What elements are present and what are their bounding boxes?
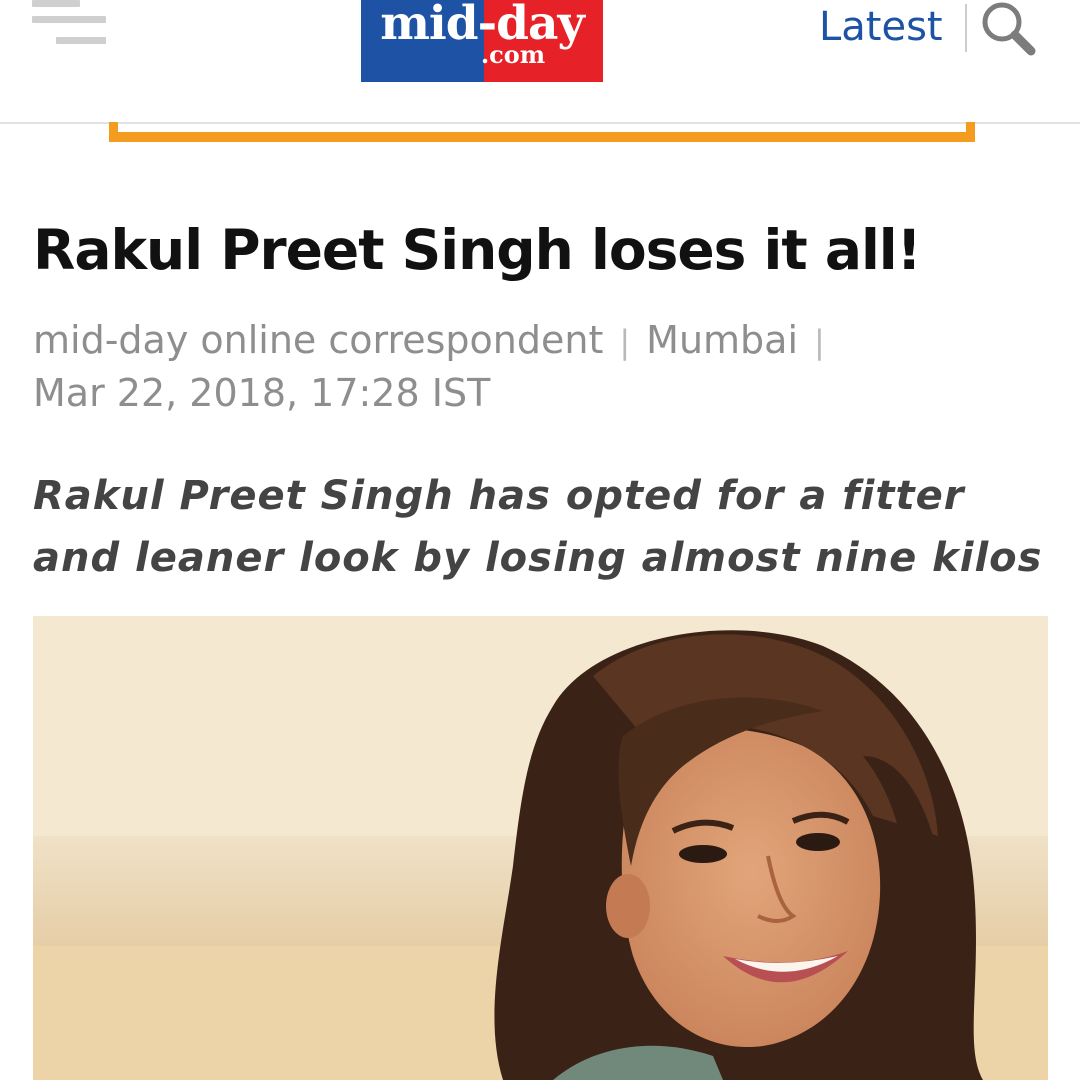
byline-author[interactable]: mid-day online correspondent <box>33 318 603 362</box>
header-divider <box>965 4 967 52</box>
byline-separator: | <box>814 323 825 361</box>
article-headline: Rakul Preet Singh loses it all! <box>33 218 922 282</box>
site-header: mid-day .com Latest <box>0 0 1080 124</box>
site-logo[interactable]: mid-day .com <box>361 0 603 82</box>
search-icon[interactable] <box>978 0 1038 56</box>
byline-datetime: Mar 22, 2018, 17:28 IST <box>33 371 491 415</box>
hamburger-menu-icon[interactable] <box>30 0 108 50</box>
byline-location: Mumbai <box>646 318 799 362</box>
article-standfirst: Rakul Preet Singh has opted for a fitter… <box>33 473 1043 581</box>
ad-slot-border <box>109 122 975 142</box>
article-photo[interactable] <box>33 616 1048 1080</box>
latest-link[interactable]: Latest <box>819 2 943 52</box>
article-byline: mid-day online correspondent | Mumbai | Mar… <box>33 315 1043 419</box>
logo-sub-text: .com <box>480 40 546 69</box>
byline-separator: | <box>619 323 631 361</box>
